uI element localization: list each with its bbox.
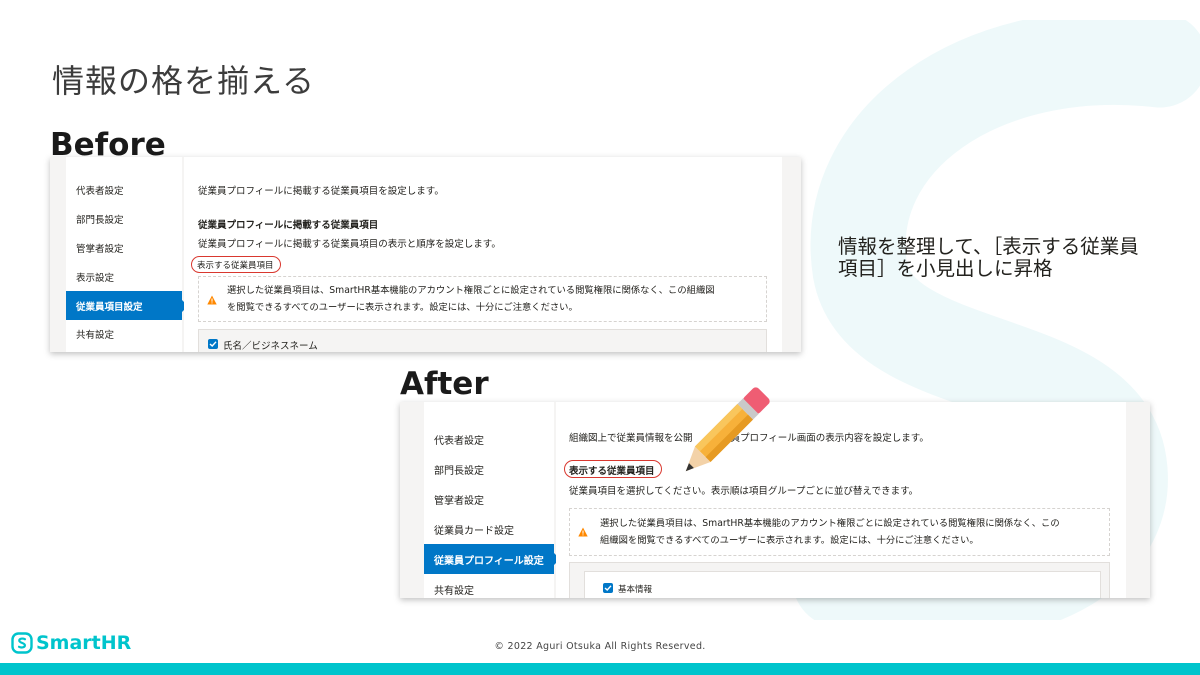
sidebar-item-representative[interactable]: 代表者設定 [66, 176, 182, 205]
before-screenshot: 代表者設定 部門長設定 管掌者設定 表示設定 従業員項目設定 共有設定 従業員プ… [50, 157, 801, 352]
field-group-card: 基本情報 [584, 571, 1101, 598]
sidebar-item-employee-card[interactable]: 従業員カード設定 [424, 514, 554, 544]
sidebar-item-representative[interactable]: 代表者設定 [424, 424, 554, 454]
warning-box: 選択した従業員項目は、SmartHR基本機能のアカウント権限ごとに設定されている… [569, 508, 1110, 556]
sidebar-item-sharing[interactable]: 共有設定 [66, 320, 182, 349]
field-list: 氏名／ビジネスネーム [198, 329, 767, 352]
before-main-panel: 従業員プロフィールに掲載する従業員項目を設定します。 従業員プロフィールに掲載す… [184, 157, 782, 352]
field-group-label: 表示する従業員項目 [197, 261, 274, 271]
after-main-panel: 組織図上で従業員情報を公開 従業員プロフィール画面の表示内容を設定します。 表示… [556, 402, 1126, 598]
pencil-icon [685, 387, 770, 472]
sidebar-item-employee-fields[interactable]: 従業員項目設定 [66, 291, 188, 320]
before-sidebar: 代表者設定 部門長設定 管掌者設定 表示設定 従業員項目設定 共有設定 [66, 157, 188, 352]
intro-text: 従業員プロフィールに掲載する従業員項目を設定します。 [198, 186, 444, 197]
checkbox-checked[interactable] [603, 583, 613, 593]
sidebar-item-supervisor[interactable]: 管掌者設定 [66, 234, 182, 263]
copyright-text: © 2022 Aguri Otsuka All Rights Reserved. [494, 641, 706, 652]
warning-line-1: 選択した従業員項目は、SmartHR基本機能のアカウント権限ごとに設定されている… [600, 518, 1060, 529]
section-heading: 従業員プロフィールに掲載する従業員項目 [198, 220, 379, 231]
sidebar-item-employee-profile[interactable]: 従業員プロフィール設定 [424, 544, 560, 574]
sidebar-item-sharing[interactable]: 共有設定 [424, 574, 554, 598]
sidebar-item-department-head[interactable]: 部門長設定 [424, 454, 554, 484]
after-sidebar: 代表者設定 部門長設定 管掌者設定 従業員カード設定 従業員プロフィール設定 共… [424, 402, 560, 598]
checkbox-label: 氏名／ビジネスネーム [223, 341, 318, 352]
checkbox-checked[interactable] [208, 339, 218, 349]
warning-line-1: 選択した従業員項目は、SmartHR基本機能のアカウント権限ごとに設定されている… [227, 285, 715, 296]
after-screenshot: 代表者設定 部門長設定 管掌者設定 従業員カード設定 従業員プロフィール設定 共… [400, 402, 1150, 598]
sidebar-item-department-head[interactable]: 部門長設定 [66, 205, 182, 234]
sidebar-item-display[interactable]: 表示設定 [66, 262, 182, 291]
warning-line-2: を閲覧できるすべてのユーザーに表示されます。設定には、十分にご注意ください。 [227, 302, 578, 313]
slide-title: 情報の格を揃える [52, 62, 316, 100]
section-description: 従業員プロフィールに掲載する従業員項目の表示と順序を設定します。 [198, 239, 501, 250]
warning-icon [578, 527, 588, 537]
field-list: 基本情報 [569, 562, 1110, 598]
warning-icon [207, 295, 217, 305]
warning-line-2: 組織図を閲覧できるすべてのユーザーに表示されます。設定には、十分にご注意ください… [600, 535, 979, 546]
bottom-accent-bar [0, 663, 1200, 675]
section-heading: 表示する従業員項目 [569, 466, 655, 477]
checkbox-label: 基本情報 [618, 585, 653, 595]
after-label: After [400, 366, 489, 402]
warning-box: 選択した従業員項目は、SmartHR基本機能のアカウント権限ごとに設定されている… [198, 276, 767, 322]
explanation-note: 情報を整理して、［表示する従業員項目］を小見出しに昇格 [838, 235, 1139, 280]
sidebar-item-supervisor[interactable]: 管掌者設定 [424, 484, 554, 514]
